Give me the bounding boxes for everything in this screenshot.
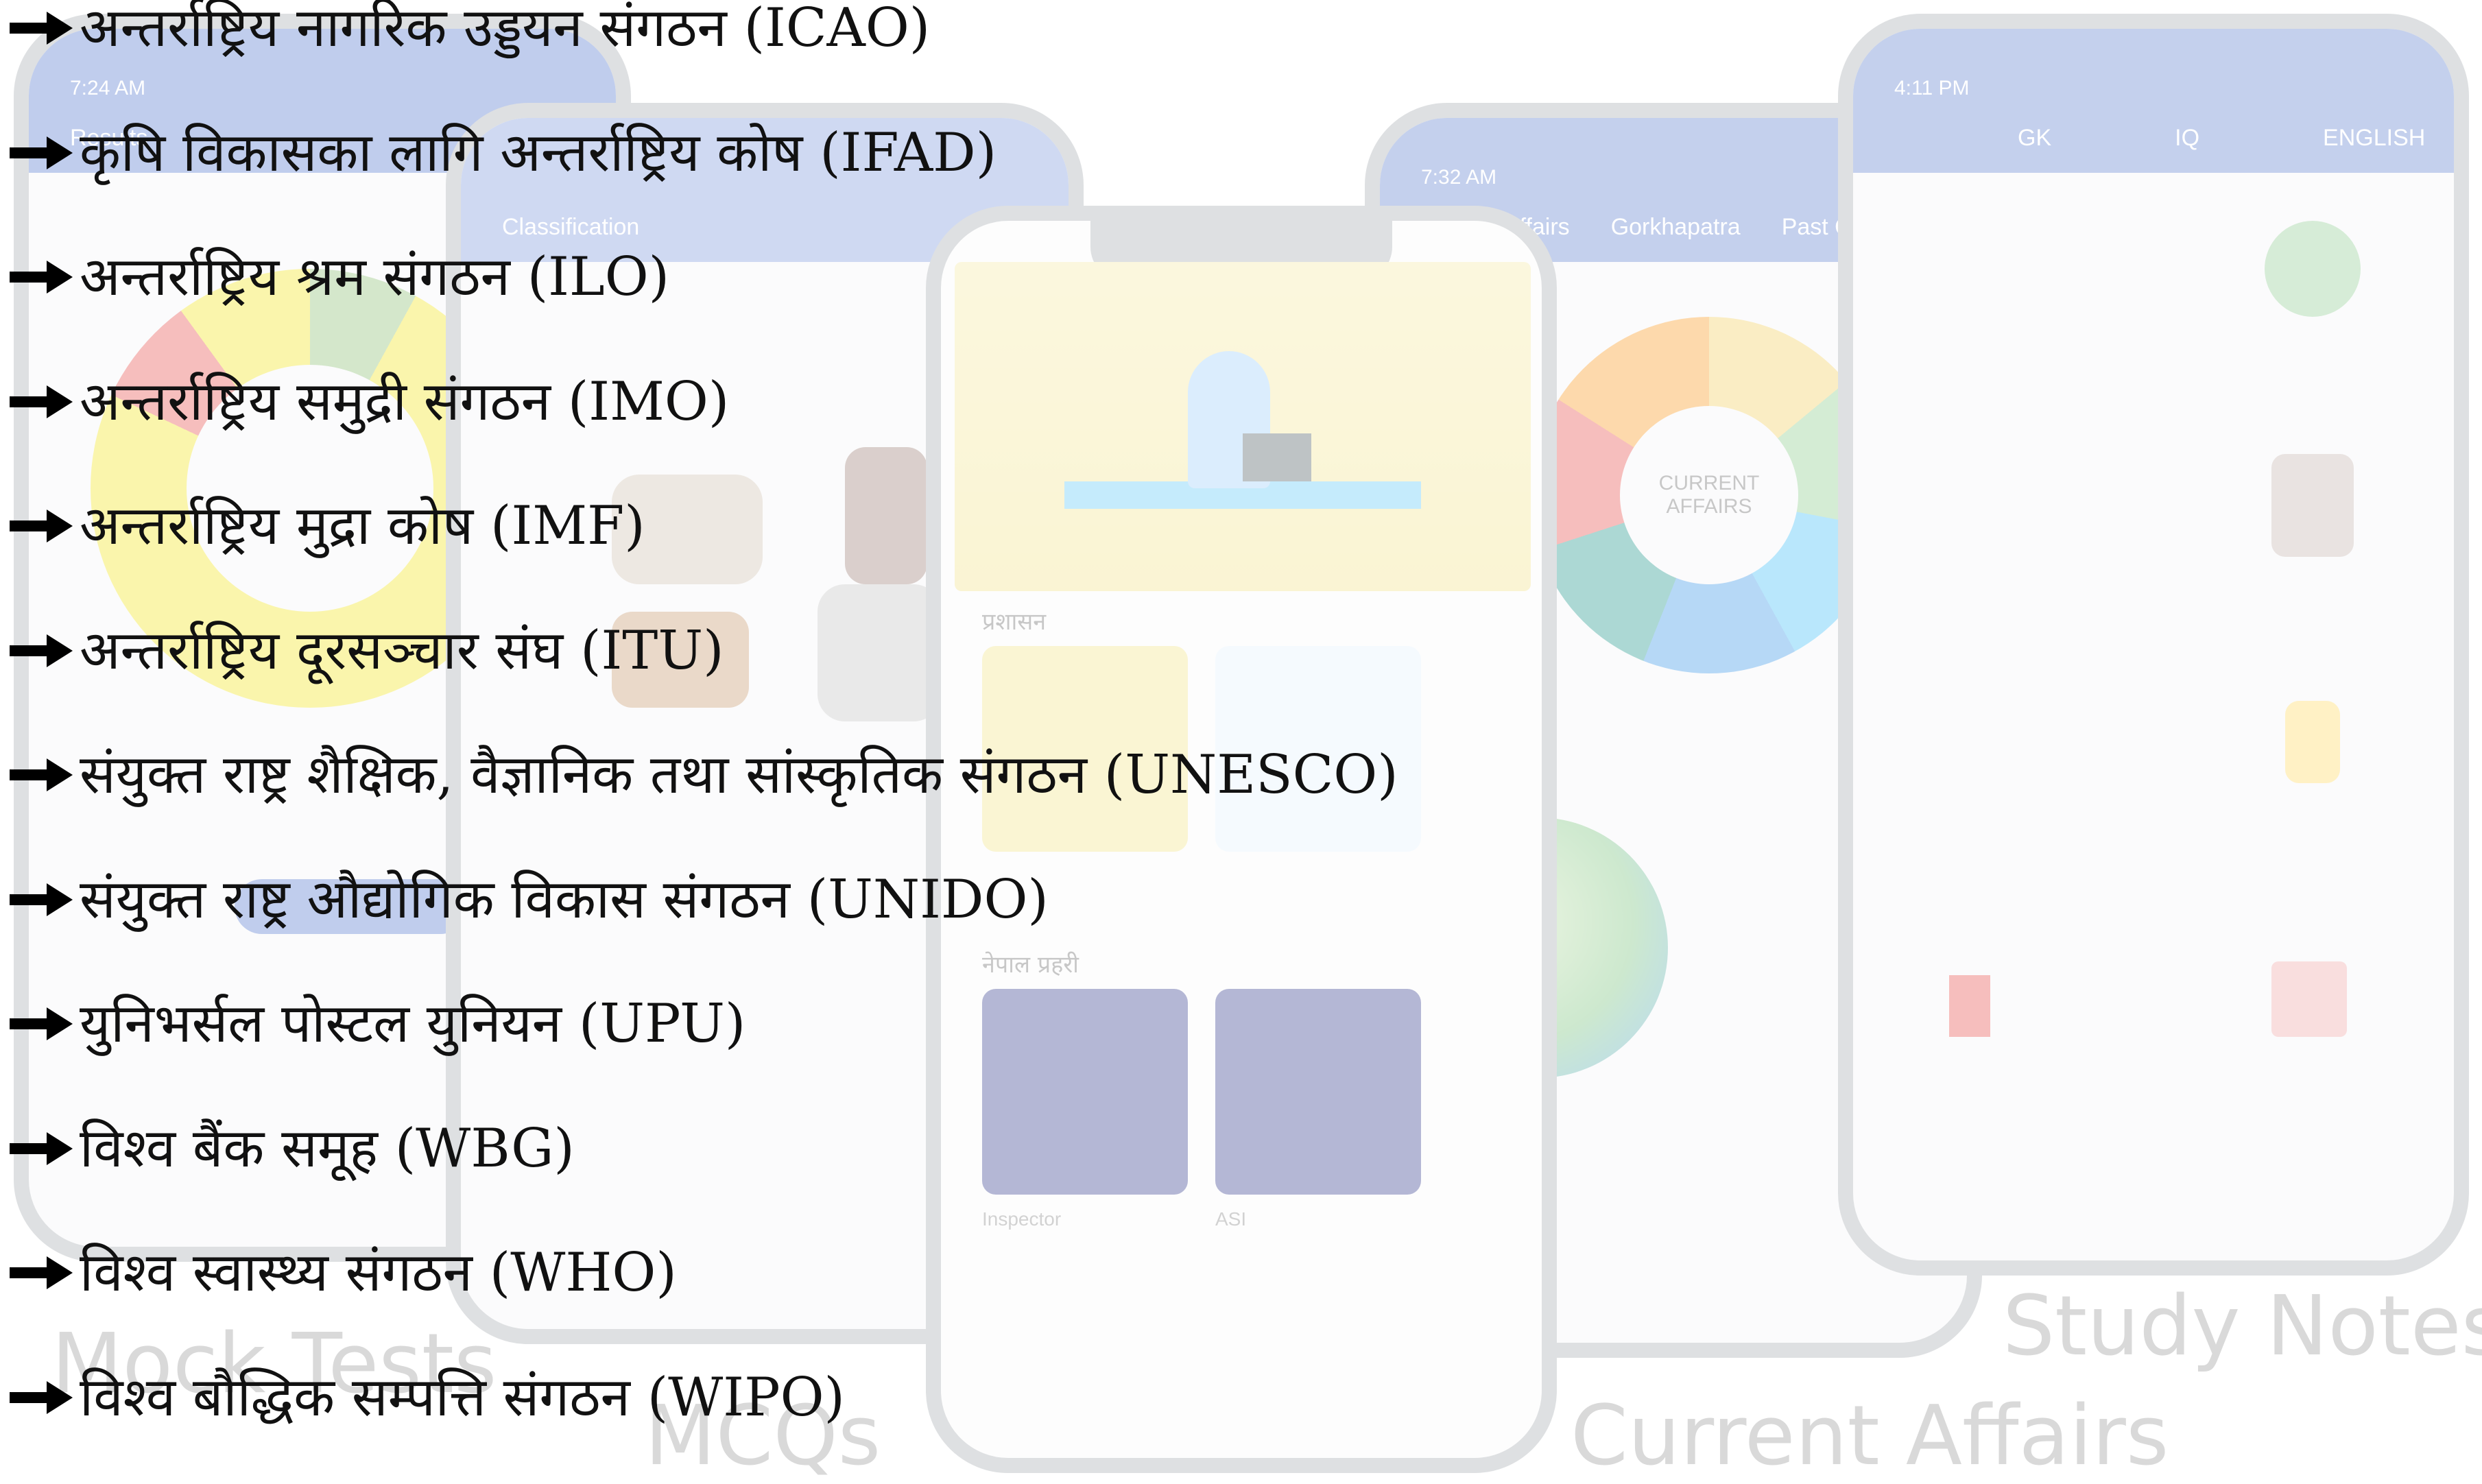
status-time: 4:11 PM <box>1894 77 1970 99</box>
organization-abbreviation: (ILO) <box>527 246 670 308</box>
arrow-right-icon <box>10 261 73 294</box>
organization-abbreviation: (UPU) <box>578 993 746 1055</box>
current-affairs-wheel: CURRENT AFFAIRS <box>1531 317 1887 673</box>
organization-abbreviation: (WHO) <box>489 1242 677 1304</box>
tab-classification: Classification <box>502 214 640 240</box>
arrow-right-icon <box>10 1256 73 1289</box>
organization-item: अन्तर्राष्ट्रिय श्रम संगठन (ILO) <box>7 250 669 304</box>
organization-abbreviation: (UNIDO) <box>807 868 1049 931</box>
organization-item: विश्व बैंक समूह (WBG) <box>7 1122 575 1175</box>
organization-item: युनिभर्सल पोस्टल युनियन (UPU) <box>7 997 745 1051</box>
arrow-right-icon <box>10 758 73 791</box>
organization-name: अन्तर्राष्ट्रिय दूरसञ्चार संघ <box>80 619 564 682</box>
organization-abbreviation: (IMO) <box>567 370 730 433</box>
organization-name: अन्तर्राष्ट्रिय नागरिक उड्डयन संगठन <box>80 0 727 59</box>
animal-image-2 <box>845 447 927 584</box>
organization-name: संयुक्त राष्ट्र औद्योगिक विकास संगठन <box>80 868 790 931</box>
organization-abbreviation: (ICAO) <box>743 0 931 59</box>
organization-abbreviation: (WBG) <box>394 1117 575 1180</box>
organization-item: संयुक्त राष्ट्र औद्योगिक विकास संगठन (UN… <box>7 873 1049 926</box>
organization-item: अन्तर्राष्ट्रिय समुद्री संगठन (IMO) <box>7 375 729 429</box>
organization-item: अन्तर्राष्ट्रिय दूरसञ्चार संघ (ITU) <box>7 624 724 678</box>
arrow-right-icon <box>10 634 73 667</box>
section-label-nepal-police: नेपाल प्रहरी <box>982 951 1079 979</box>
organization-abbreviation: (IMF) <box>490 495 645 557</box>
building-icon <box>2271 961 2347 1037</box>
tab-gorkhapatra: Gorkhapatra <box>1610 214 1741 240</box>
organization-name: अन्तर्राष्ट्रिय समुद्री संगठन <box>80 370 551 433</box>
organization-item: विश्व बौद्धिक सम्पत्ति संगठन (WIPO) <box>7 1371 845 1424</box>
organization-item: कृषि विकासका लागि अन्तर्राष्ट्रिय कोष (I… <box>7 126 997 180</box>
tile-inspector <box>982 989 1188 1195</box>
organization-item: संयुक्त राष्ट्र शैक्षिक, वैज्ञानिक तथा स… <box>7 748 1398 802</box>
organization-item: अन्तर्राष्ट्रिय मुद्रा कोष (IMF) <box>7 499 645 553</box>
app-bar: 4:11 PM GK IQ ENGLISH <box>1853 29 2454 173</box>
status-time: 7:32 AM <box>1421 166 1497 189</box>
tab-gk: GK <box>2018 125 2052 151</box>
organization-abbreviation: (UNESCO) <box>1103 744 1398 806</box>
caption-current-affairs: Current Affairs <box>1571 1389 2169 1484</box>
arrow-right-icon <box>10 1380 73 1414</box>
arrow-right-icon <box>10 1132 73 1165</box>
flag-icon <box>1949 975 1990 1037</box>
animal-image-4 <box>818 584 941 721</box>
globe-icon <box>2265 221 2361 317</box>
organization-name: विश्व बैंक समूह <box>80 1117 378 1180</box>
organization-abbreviation: (IFAD) <box>820 121 997 184</box>
wheel-center-label: CURRENT AFFAIRS <box>1620 406 1798 584</box>
organization-name: अन्तर्राष्ट्रिय श्रम संगठन <box>80 246 510 308</box>
organization-name: विश्व स्वास्थ्य संगठन <box>80 1242 473 1304</box>
status-time: 7:24 AM <box>70 77 146 99</box>
organization-name: अन्तर्राष्ट्रिय मुद्रा कोष <box>80 495 474 557</box>
phone-study-notes: 4:11 PM GK IQ ENGLISH <box>1838 14 2469 1276</box>
caption-study-notes: Study Notes <box>2003 1279 2482 1374</box>
phone-center: प्रशासन नेपाल प्रहरी Inspector ASI <box>926 206 1557 1473</box>
arrow-right-icon <box>10 1007 73 1040</box>
medal-icon <box>2285 701 2340 783</box>
arrow-right-icon <box>10 385 73 418</box>
tile-asi <box>1215 989 1421 1195</box>
tile-label-asi: ASI <box>1215 1208 1247 1230</box>
section-label-administration: प्रशासन <box>982 608 1047 636</box>
khukuri-icon <box>2271 454 2354 557</box>
organization-name: संयुक्त राष्ट्र शैक्षिक, वैज्ञानिक तथा स… <box>80 744 1087 806</box>
organization-item: अन्तर्राष्ट्रिय नागरिक उड्डयन संगठन (ICA… <box>7 1 930 55</box>
organization-abbreviation: (WIPO) <box>647 1366 845 1428</box>
tab-english: ENGLISH <box>2323 125 2426 151</box>
organization-name: विश्व बौद्धिक सम्पत्ति संगठन <box>80 1366 630 1428</box>
arrow-right-icon <box>10 136 73 169</box>
organization-abbreviation: (ITU) <box>580 619 724 682</box>
organization-name: युनिभर्सल पोस्टल युनियन <box>80 993 562 1055</box>
hero-illustration <box>955 262 1531 591</box>
tile-label-inspector: Inspector <box>982 1208 1062 1230</box>
arrow-right-icon <box>10 883 73 916</box>
organization-item: विश्व स्वास्थ्य संगठन (WHO) <box>7 1246 677 1300</box>
tab-iq: IQ <box>2175 125 2200 151</box>
organization-name: कृषि विकासका लागि अन्तर्राष्ट्रिय कोष <box>80 121 803 184</box>
arrow-right-icon <box>10 12 73 45</box>
arrow-right-icon <box>10 510 73 542</box>
